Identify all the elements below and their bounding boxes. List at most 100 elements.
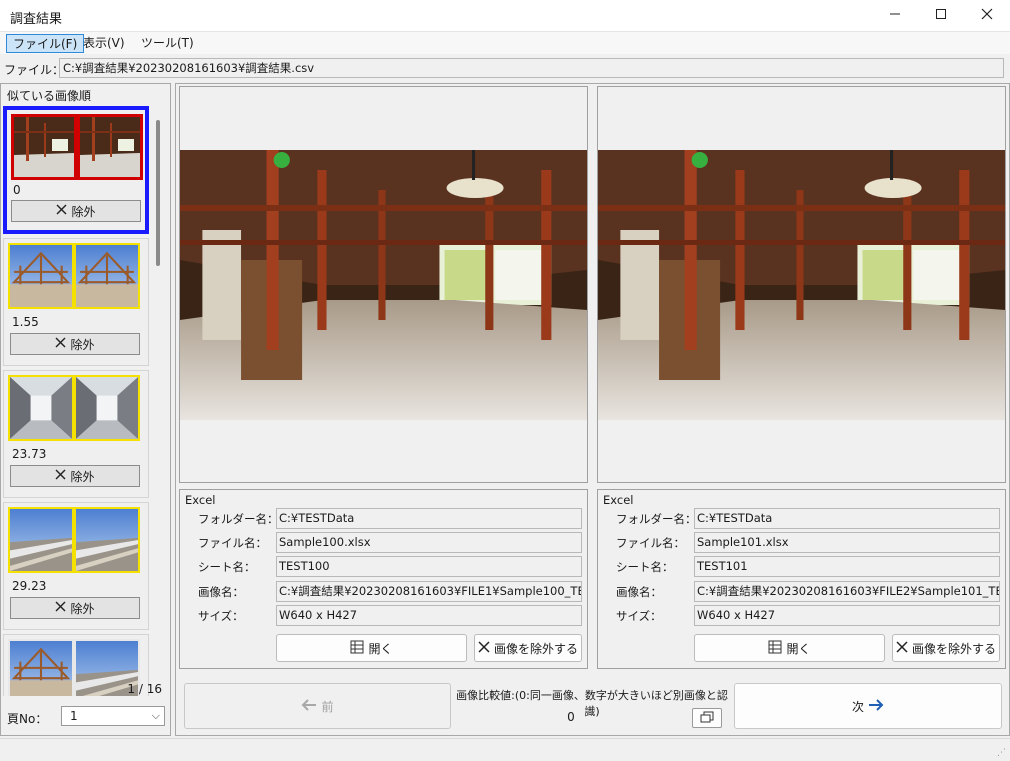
maximize-button[interactable] — [918, 0, 964, 31]
size-row: サイズ： W640 x H427 — [598, 605, 1007, 626]
spreadsheet-icon — [768, 640, 782, 657]
close-icon — [56, 204, 67, 218]
copy-icon — [700, 711, 714, 726]
image-preview-right[interactable] — [597, 86, 1006, 483]
size-field[interactable]: W640 x H427 — [276, 605, 582, 626]
thumbnail-left — [8, 243, 74, 309]
sidebar-header: 似ている画像順 — [7, 89, 92, 103]
size-field[interactable]: W640 x H427 — [694, 605, 1000, 626]
close-icon — [55, 469, 66, 483]
exclude-button[interactable]: 除外 — [10, 597, 140, 619]
sidebar-scrollbar[interactable] — [156, 120, 160, 266]
sheet-row: シート名： TEST100 — [180, 556, 589, 577]
thumbnail-left — [8, 375, 74, 441]
thumbnail-right — [74, 507, 140, 573]
window-title: 調査結果 — [10, 12, 63, 27]
next-button[interactable]: 次 — [734, 683, 1002, 729]
prev-button[interactable]: 前 — [184, 683, 451, 729]
image-preview-left[interactable] — [179, 86, 588, 483]
filename-field[interactable]: Sample100.xlsx — [276, 532, 582, 553]
resize-grip-icon[interactable]: ⋰ — [997, 748, 1006, 758]
exclude-image-label: 画像を除外する — [493, 641, 578, 656]
exclude-image-label: 画像を除外する — [911, 641, 996, 656]
thumbnail-left — [11, 114, 77, 180]
sheet-label: シート名： — [616, 560, 674, 574]
image-name-label: 画像名： — [616, 585, 662, 599]
minimize-button[interactable] — [872, 0, 918, 31]
image-name-field[interactable]: C:¥調査結果¥20230208161603¥FILE1¥Sample100_T… — [276, 581, 582, 602]
thumbnail-item[interactable]: 1.55 除外 — [3, 238, 149, 366]
close-icon — [55, 601, 66, 615]
exclude-image-button[interactable]: 画像を除外する — [474, 634, 582, 662]
thumbnail-score: 23.73 — [12, 447, 47, 461]
page-info: 1 / 16 — [127, 682, 162, 696]
image-name-label: 画像名： — [198, 585, 244, 599]
thumbnail-item[interactable]: 23.73 除外 — [3, 370, 149, 498]
thumbnail-right — [77, 114, 143, 180]
size-label: サイズ： — [616, 609, 662, 623]
close-icon — [896, 640, 908, 656]
similar-images-sidebar: 似ている画像順 0 除外 1.55 除外 23.73 除外 29.23 除外 1… — [0, 83, 171, 736]
close-icon — [478, 640, 490, 656]
sheet-label: シート名： — [198, 560, 256, 574]
image-name-row: 画像名： C:¥調査結果¥20230208161603¥FILE1¥Sample… — [180, 581, 589, 602]
menu-file[interactable]: ファイル(F) — [6, 34, 85, 53]
thumbnail-pair — [8, 507, 140, 573]
page-no-label: 頁No： — [7, 712, 48, 726]
thumbnail-score: 1.55 — [12, 315, 39, 329]
sheet-field[interactable]: TEST101 — [694, 556, 1000, 577]
filename-field[interactable]: Sample101.xlsx — [694, 532, 1000, 553]
menu-view[interactable]: 表示(V) — [77, 34, 131, 53]
menu-bar: ファイル(F) 表示(V) ツール(T) — [0, 32, 1010, 54]
thumbnail-left — [8, 507, 74, 573]
preview-image-right — [598, 150, 1005, 420]
spreadsheet-icon — [350, 640, 364, 657]
prev-label: 前 — [321, 699, 334, 714]
thumbnail-left — [8, 639, 74, 696]
open-button[interactable]: 開く — [694, 634, 885, 662]
folder-field[interactable]: C:¥TESTData — [276, 508, 582, 529]
thumbnail-pair — [8, 375, 140, 441]
excel-caption: Excel — [603, 493, 634, 507]
folder-field[interactable]: C:¥TESTData — [694, 508, 1000, 529]
excel-info-right: Excel フォルダー名： C:¥TESTData ファイル名： Sample1… — [597, 489, 1006, 669]
minimize-icon — [889, 8, 901, 24]
size-label: サイズ： — [198, 609, 244, 623]
close-icon — [981, 8, 993, 24]
thumbnail-right — [74, 243, 140, 309]
size-row: サイズ： W640 x H427 — [180, 605, 589, 626]
sheet-field[interactable]: TEST100 — [276, 556, 582, 577]
page-no-value: 1 — [70, 709, 78, 723]
close-button[interactable] — [964, 0, 1010, 31]
exclude-button[interactable]: 除外 — [11, 200, 141, 222]
thumbnail-score: 29.23 — [12, 579, 47, 593]
open-button[interactable]: 開く — [276, 634, 467, 662]
comparison-pane: Excel フォルダー名： C:¥TESTData ファイル名： Sample1… — [175, 83, 1010, 736]
thumbnail-item[interactable]: 29.23 除外 — [3, 502, 149, 630]
arrow-right-icon — [868, 698, 884, 715]
title-bar: 調査結果 — [0, 0, 1010, 32]
exclude-image-button[interactable]: 画像を除外する — [892, 634, 1000, 662]
exclude-label: 除外 — [70, 601, 95, 616]
thumbnail-pair — [8, 639, 140, 696]
thumbnail-list[interactable]: 0 除外 1.55 除外 23.73 除外 29.23 除外 — [3, 106, 151, 696]
image-name-field[interactable]: C:¥調査結果¥20230208161603¥FILE2¥Sample101_T… — [694, 581, 1000, 602]
folder-row: フォルダー名： C:¥TESTData — [598, 508, 1007, 529]
copy-button[interactable] — [692, 708, 722, 728]
folder-label: フォルダー名： — [198, 512, 279, 526]
thumbnail-pair — [8, 243, 140, 309]
image-name-row: 画像名： C:¥調査結果¥20230208161603¥FILE2¥Sample… — [598, 581, 1007, 602]
arrow-left-icon — [301, 698, 317, 715]
exclude-button[interactable]: 除外 — [10, 333, 140, 355]
page-no-select[interactable]: 1 ⌵ — [61, 706, 165, 726]
exclude-label: 除外 — [71, 204, 96, 219]
filename-label: ファイル名： — [198, 536, 267, 550]
exclude-button[interactable]: 除外 — [10, 465, 140, 487]
file-path-field[interactable]: C:¥調査結果¥20230208161603¥調査結果.csv — [59, 58, 1004, 78]
menu-tools[interactable]: ツール(T) — [135, 34, 200, 53]
filename-label: ファイル名： — [616, 536, 685, 550]
excel-info-left: Excel フォルダー名： C:¥TESTData ファイル名： Sample1… — [179, 489, 588, 669]
thumbnail-item[interactable]: 0 除外 — [3, 106, 149, 234]
thumbnail-pair — [11, 114, 143, 180]
exclude-label: 除外 — [70, 337, 95, 352]
